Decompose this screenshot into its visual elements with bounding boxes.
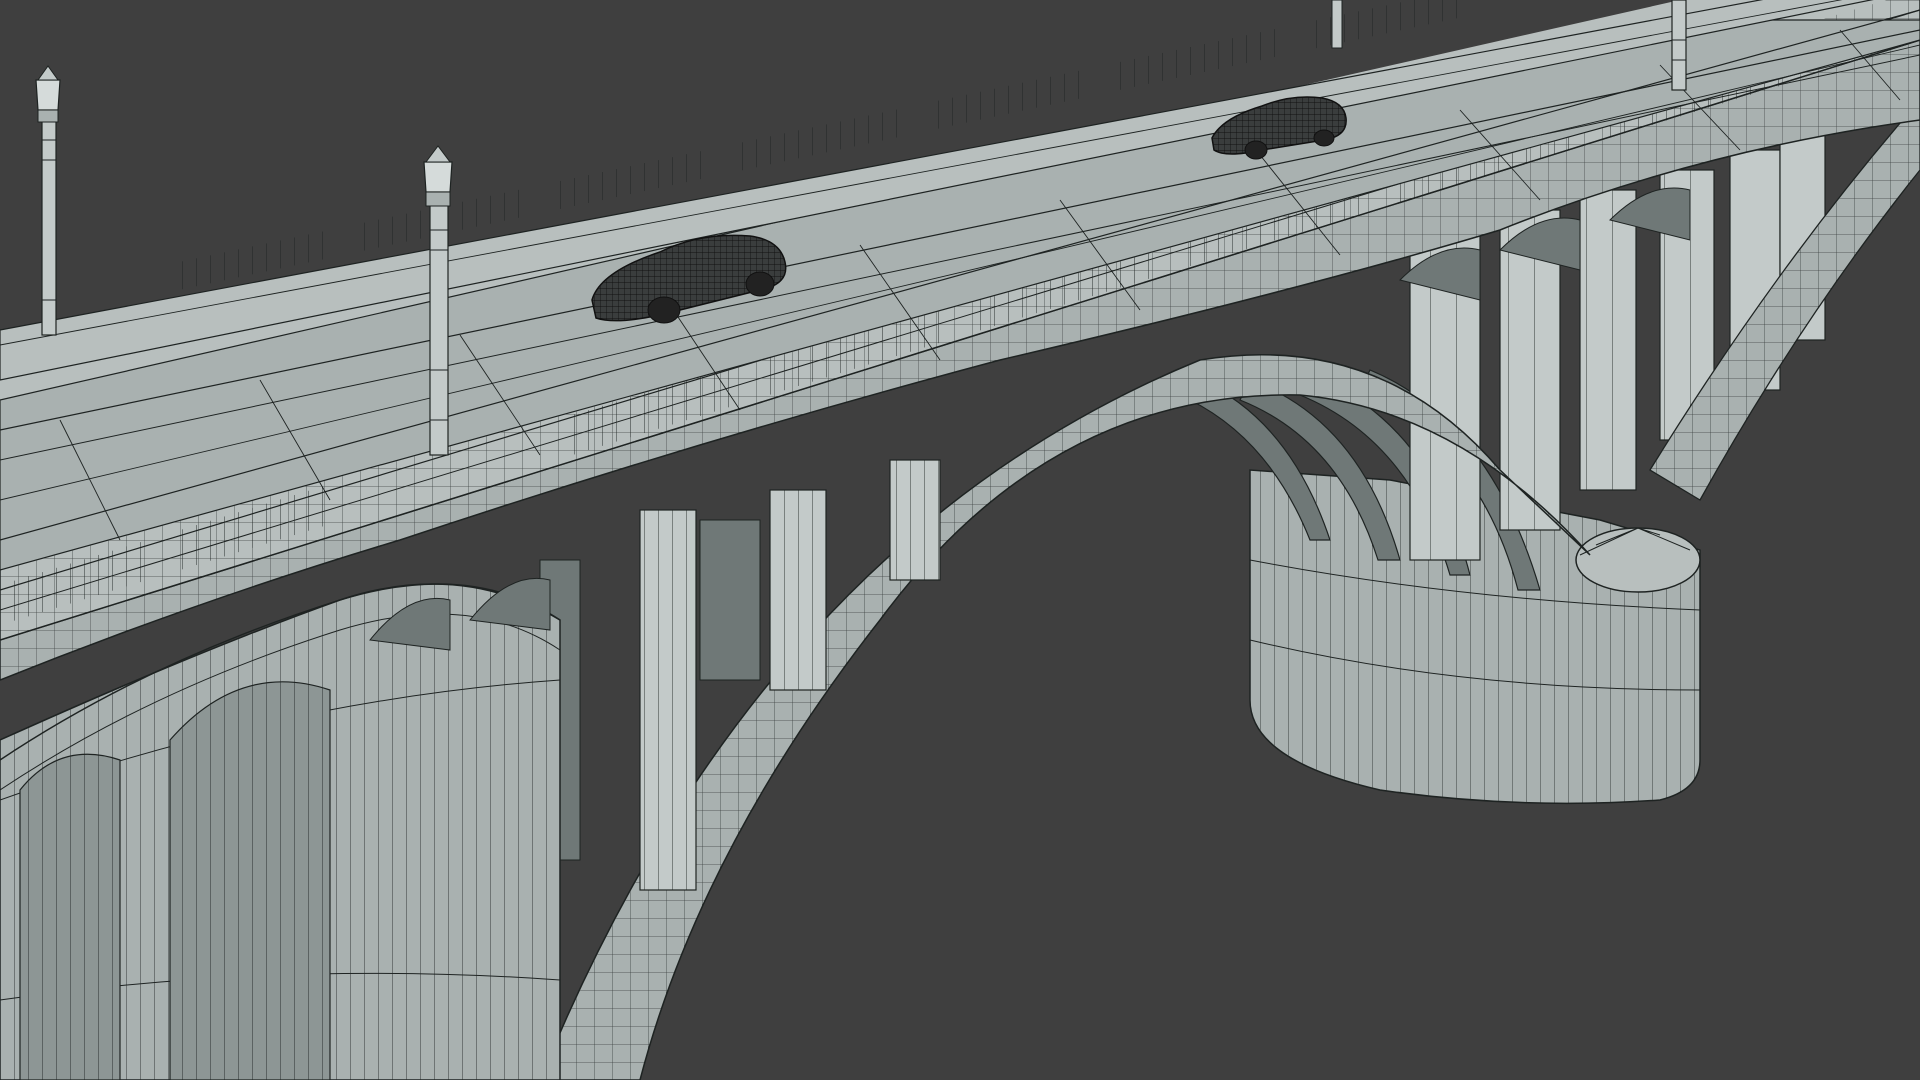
- lamp-post-near-right[interactable]: [1671, 0, 1687, 91]
- lamp-post-far-left[interactable]: [35, 65, 61, 336]
- bridge-wireframe-scene[interactable]: [0, 0, 1920, 1080]
- left-pier[interactable]: [0, 583, 561, 1080]
- 3d-viewport[interactable]: [0, 0, 1920, 1080]
- lamp-post-far-mid[interactable]: [1331, 0, 1343, 49]
